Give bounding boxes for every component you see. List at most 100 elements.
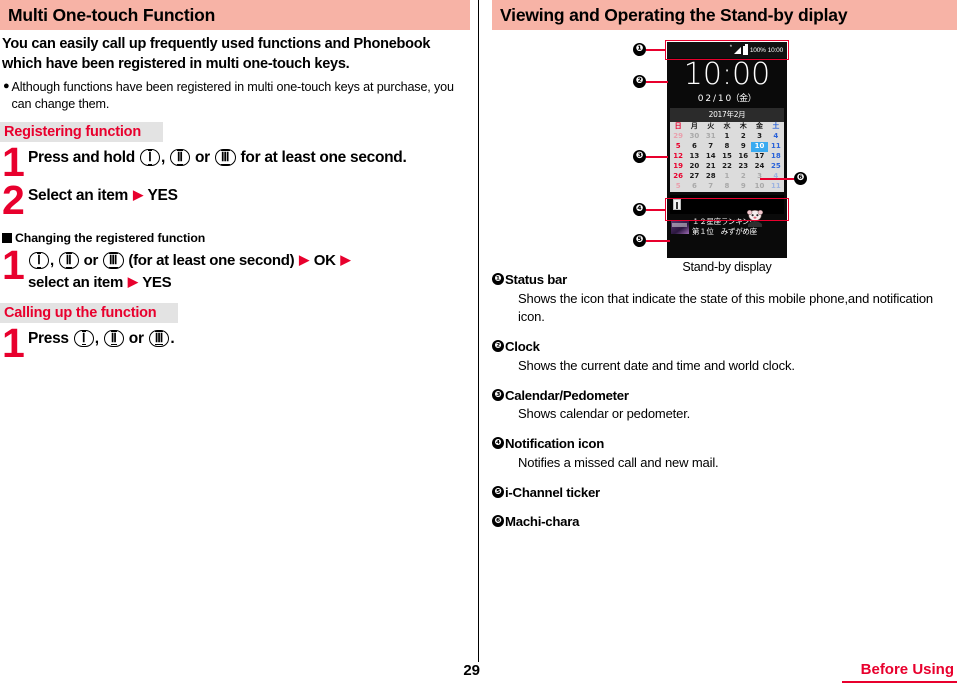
calendar-day: 11 <box>770 142 781 151</box>
arrow-icon: ▶ <box>299 252 309 268</box>
left-section-header: Multi One-touch Function <box>0 0 470 31</box>
key-iii-icon: Ⅲ <box>214 148 236 167</box>
step-text: Select an item ▶ YES <box>28 184 470 218</box>
key-ii-icon: Ⅱ <box>58 252 79 270</box>
calendar-day: 30 <box>689 132 700 141</box>
calendar-day: 26 <box>673 172 684 181</box>
calendar-week-row: 12 13 14 15 16 17 18 <box>670 152 784 162</box>
calendar-weekday: 日 <box>674 122 682 131</box>
calendar-day: 1 <box>724 132 730 141</box>
description-body: Shows calendar or pedometer. <box>518 406 691 422</box>
description-item: ❺ i-Channel ticker <box>492 485 957 501</box>
calendar-day: 22 <box>722 162 732 171</box>
leader-line-1 <box>646 49 666 51</box>
description-title-label: Calendar/Pedometer <box>505 387 629 403</box>
callout-marker-3: ❸ <box>633 150 646 164</box>
calendar-day: 12 <box>673 152 684 161</box>
callout-number-icon: ❻ <box>492 514 504 527</box>
right-section-header: Viewing and Operating the Stand-by dipla… <box>492 0 957 31</box>
step-text-yes: YES <box>147 186 178 204</box>
calendar-day: 8 <box>724 142 730 151</box>
calendar-day: 4 <box>773 132 779 141</box>
description-item: ❶ Status bar Shows the icon that indicat… <box>492 272 957 326</box>
calendar-day: 18 <box>770 152 781 161</box>
step-text-tail: for at least one second. <box>240 148 407 166</box>
calendar-weekday: 土 <box>772 122 780 131</box>
calendar-day: 7 <box>708 142 714 151</box>
calendar-day: 31 <box>705 132 716 141</box>
standby-display-figure: * 100% 10:00 10:00 0 2 / 1 0（金） 2017年2月 … <box>492 38 957 283</box>
calendar-month-title: 2017年2月 <box>670 107 784 122</box>
step-changing-1: 1 Ⅰ, Ⅱ or Ⅲ (for at least one second) ▶ … <box>2 242 470 294</box>
step-number: 1 <box>2 138 25 185</box>
calendar-week-row: 29 30 31 1 2 3 4 <box>670 132 784 142</box>
callout-marker-4: ❹ <box>633 203 646 217</box>
step-text-lead: Press <box>28 329 69 347</box>
description-body: Shows the current date and time and worl… <box>518 357 795 373</box>
step-registering-1: 1 Press and hold Ⅰ, Ⅱ or Ⅲ for at least … <box>2 138 470 185</box>
step-text-tail: select an item <box>28 273 124 291</box>
arrow-icon: ▶ <box>133 186 143 202</box>
description-title: ❷ Clock <box>492 339 957 355</box>
calendar-weekday: 木 <box>739 122 747 131</box>
description-item: ❹ Notification icon Notifies a missed ca… <box>492 436 957 472</box>
comma-1: , <box>160 148 165 166</box>
leader-line-3 <box>646 156 668 158</box>
calendar-day: 2 <box>740 172 746 181</box>
period-1: . <box>170 329 175 347</box>
step-text: Ⅰ, Ⅱ or Ⅲ (for at least one second) ▶ OK… <box>28 249 470 294</box>
description-title-label: i-Channel ticker <box>505 485 600 501</box>
note-bullet-text: Although functions have been registered … <box>11 79 455 111</box>
callout-marker-2: ❷ <box>633 75 646 89</box>
step-text: Press Ⅰ, Ⅱ or Ⅲ. <box>28 327 470 361</box>
calendar-day: 5 <box>675 182 681 191</box>
calendar-day: 15 <box>722 152 732 161</box>
page-number: 29 <box>463 662 480 679</box>
conjunction-or-1: or <box>194 148 210 166</box>
highlight-notification <box>665 198 789 222</box>
calendar-day: 2 <box>740 132 746 141</box>
description-title-label: Status bar <box>505 272 567 287</box>
calendar-day: 20 <box>689 162 700 171</box>
calendar-day: 5 <box>675 142 681 151</box>
conjunction-or-2: or <box>83 252 99 270</box>
description-title: ❹ Notification icon <box>492 436 957 452</box>
comma-3: , <box>94 329 99 347</box>
description-item: ❷ Clock Shows the current date and time … <box>492 339 957 375</box>
key-iii-icon: Ⅲ <box>102 252 124 270</box>
description-item: ❻ Machi-chara <box>492 514 957 530</box>
calendar-day: 14 <box>705 152 716 161</box>
square-header-label: Changing the registered function <box>15 231 206 246</box>
step-text-lead: Select an item <box>28 186 129 204</box>
callout-marker-1: ❶ <box>633 43 646 57</box>
step-calling-1: 1 Press Ⅰ, Ⅱ or Ⅲ. <box>2 322 470 363</box>
arrow-icon: ▶ <box>127 273 138 289</box>
description-body: Notifies a missed call and new mail. <box>518 455 719 471</box>
description-body: Shows the icon that indicate the state o… <box>518 290 933 324</box>
calendar-day: 24 <box>754 162 765 171</box>
description-item: ❸ Calendar/Pedometer Shows calendar or p… <box>492 388 957 424</box>
callout-marker-6: ❻ <box>794 172 807 186</box>
calendar-day: 27 <box>689 172 700 181</box>
calendar-day: 6 <box>691 142 697 151</box>
clock-date: 0 2 / 1 0（金） <box>697 93 757 104</box>
key-iii-icon: Ⅲ <box>148 329 170 347</box>
calendar-week-row: 5 6 7 8 9 10 11 <box>670 141 784 152</box>
step-number: 1 <box>2 242 25 289</box>
subsection-registering-function: Registering function <box>0 121 163 142</box>
calendar-day: 9 <box>740 142 746 151</box>
clock-time: 10:00 <box>683 57 771 93</box>
calendar-day: 6 <box>691 182 697 191</box>
calendar-day: 9 <box>740 182 746 191</box>
highlight-status-bar <box>665 40 789 61</box>
subsection-changing-registered-function: Changing the registered function <box>2 231 470 245</box>
step-text: Press and hold Ⅰ, Ⅱ or Ⅲ for at least on… <box>28 146 470 180</box>
description-title: ❶ Status bar <box>492 272 957 288</box>
subsection-calling-up-the-function: Calling up the function <box>0 302 179 323</box>
column-divider <box>478 0 479 662</box>
callout-number-icon: ❺ <box>492 486 504 499</box>
calendar-day: 7 <box>708 182 714 191</box>
key-ii-icon: Ⅱ <box>169 148 190 167</box>
calendar-day: 19 <box>673 162 684 171</box>
step-hold-duration: (for at least one second) <box>128 252 295 270</box>
